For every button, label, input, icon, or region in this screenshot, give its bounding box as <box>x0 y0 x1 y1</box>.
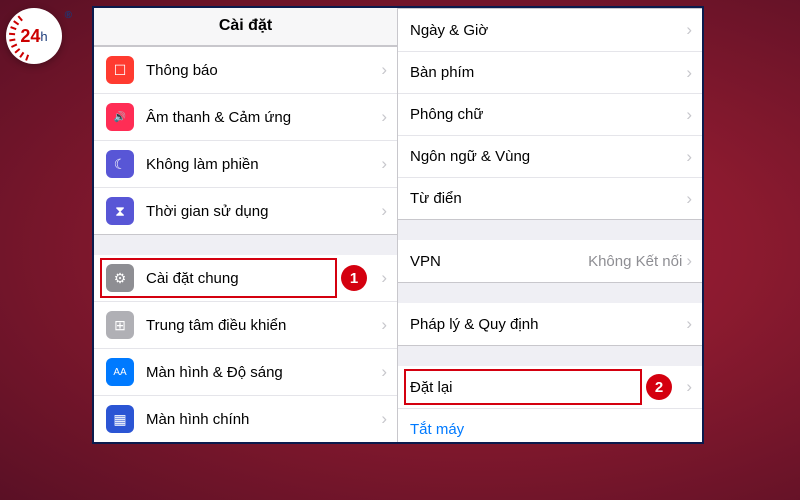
chevron-right-icon: › <box>686 314 692 334</box>
chevron-right-icon: › <box>686 147 692 167</box>
settings-row[interactable]: ⧗ Thời gian sử dụng› <box>94 187 397 234</box>
row-label: Pháp lý & Quy định <box>410 316 686 333</box>
chevron-right-icon: › <box>381 315 387 335</box>
chevron-right-icon: › <box>686 377 692 397</box>
callout-badge-2: 2 <box>646 374 672 400</box>
chevron-right-icon: › <box>686 20 692 40</box>
chevron-right-icon: › <box>686 189 692 209</box>
row-label: Trung tâm điều khiển <box>146 317 381 334</box>
chevron-right-icon: › <box>686 251 692 271</box>
chevron-right-icon: › <box>381 60 387 80</box>
logo-reg: ® <box>65 10 72 21</box>
settings-row[interactable]: ☐ Thông báo› <box>94 47 397 93</box>
row-label: Màn hình chính <box>146 411 381 428</box>
logo-24h: 24h ® <box>6 8 62 64</box>
row-value: Không Kết nối <box>588 253 682 270</box>
callout-badge-1: 1 <box>341 265 367 291</box>
chevron-right-icon: › <box>381 409 387 429</box>
notifications-icon: ☐ <box>106 56 134 84</box>
settings-row[interactable]: VPNKhông Kết nối› <box>398 240 702 282</box>
settings-group: VPNKhông Kết nối› <box>398 240 702 283</box>
settings-row[interactable]: Tắt máy <box>398 408 702 444</box>
settings-row[interactable]: ⊞ Trung tâm điều khiển› <box>94 301 397 348</box>
display-icon: AA <box>106 358 134 386</box>
settings-group: Pháp lý & Quy định› <box>398 303 702 346</box>
general-icon: ⚙ <box>106 264 134 292</box>
settings-group: Đặt lại2 › Tắt máy <box>398 366 702 444</box>
settings-row[interactable]: 🔊 Âm thanh & Cảm ứng› <box>94 93 397 140</box>
settings-row[interactable]: ♿Trợ năng› <box>94 442 397 444</box>
control-center-icon: ⊞ <box>106 311 134 339</box>
settings-row[interactable]: Phông chữ› <box>398 93 702 135</box>
row-label: Ngày & Giờ <box>410 22 686 39</box>
row-label: Ngôn ngữ & Vùng <box>410 148 686 165</box>
chevron-right-icon: › <box>686 63 692 83</box>
home-screen-icon: ▦ <box>106 405 134 433</box>
dnd-icon: ☾ <box>106 150 134 178</box>
settings-row[interactable]: Pháp lý & Quy định› <box>398 303 702 345</box>
row-label: Màn hình & Độ sáng <box>146 364 381 381</box>
row-label: Bàn phím <box>410 64 686 81</box>
chevron-right-icon: › <box>381 154 387 174</box>
row-label: Âm thanh & Cảm ứng <box>146 109 381 126</box>
settings-group: Ngày & Giờ›Bàn phím›Phông chữ›Ngôn ngữ &… <box>398 8 702 220</box>
row-label: Thời gian sử dụng <box>146 203 381 220</box>
settings-row[interactable]: ☾ Không làm phiền› <box>94 140 397 187</box>
settings-row[interactable]: Từ điển› <box>398 177 702 219</box>
row-label: Không làm phiền <box>146 156 381 173</box>
row-label: Thông báo <box>146 62 381 79</box>
chevron-right-icon: › <box>381 201 387 221</box>
logo-ticks <box>6 8 62 64</box>
settings-row[interactable]: ▦ Màn hình chính› <box>94 395 397 442</box>
settings-title: Cài đặt <box>94 8 397 46</box>
chevron-right-icon: › <box>381 268 387 288</box>
row-label: Đặt lại <box>410 379 686 396</box>
settings-row[interactable]: Bàn phím› <box>398 51 702 93</box>
chevron-right-icon: › <box>381 107 387 127</box>
row-label: Phông chữ <box>410 106 686 123</box>
row-label: Từ điển <box>410 190 686 207</box>
settings-row[interactable]: ⚙Cài đặt chung1› <box>94 255 397 301</box>
row-label: VPN <box>410 253 588 270</box>
chevron-right-icon: › <box>686 105 692 125</box>
screenshot-frame: Cài đặt ☐Thông báo›🔊Âm thanh & Cảm ứng›☾… <box>92 6 704 444</box>
sounds-icon: 🔊 <box>106 103 134 131</box>
screentime-icon: ⧗ <box>106 197 134 225</box>
settings-row[interactable]: AA Màn hình & Độ sáng› <box>94 348 397 395</box>
settings-pane: Cài đặt ☐Thông báo›🔊Âm thanh & Cảm ứng›☾… <box>94 8 398 442</box>
settings-group: ☐Thông báo›🔊Âm thanh & Cảm ứng›☾Không là… <box>94 46 397 235</box>
row-label: Tắt máy <box>410 421 692 438</box>
settings-row[interactable]: Ngôn ngữ & Vùng› <box>398 135 702 177</box>
general-pane: Ngày & Giờ›Bàn phím›Phông chữ›Ngôn ngữ &… <box>398 8 702 442</box>
settings-row[interactable]: Đặt lại2 › <box>398 366 702 408</box>
settings-row[interactable]: Ngày & Giờ› <box>398 9 702 51</box>
settings-group: ⚙Cài đặt chung1›⊞Trung tâm điều khiển›AA… <box>94 255 397 444</box>
chevron-right-icon: › <box>381 362 387 382</box>
